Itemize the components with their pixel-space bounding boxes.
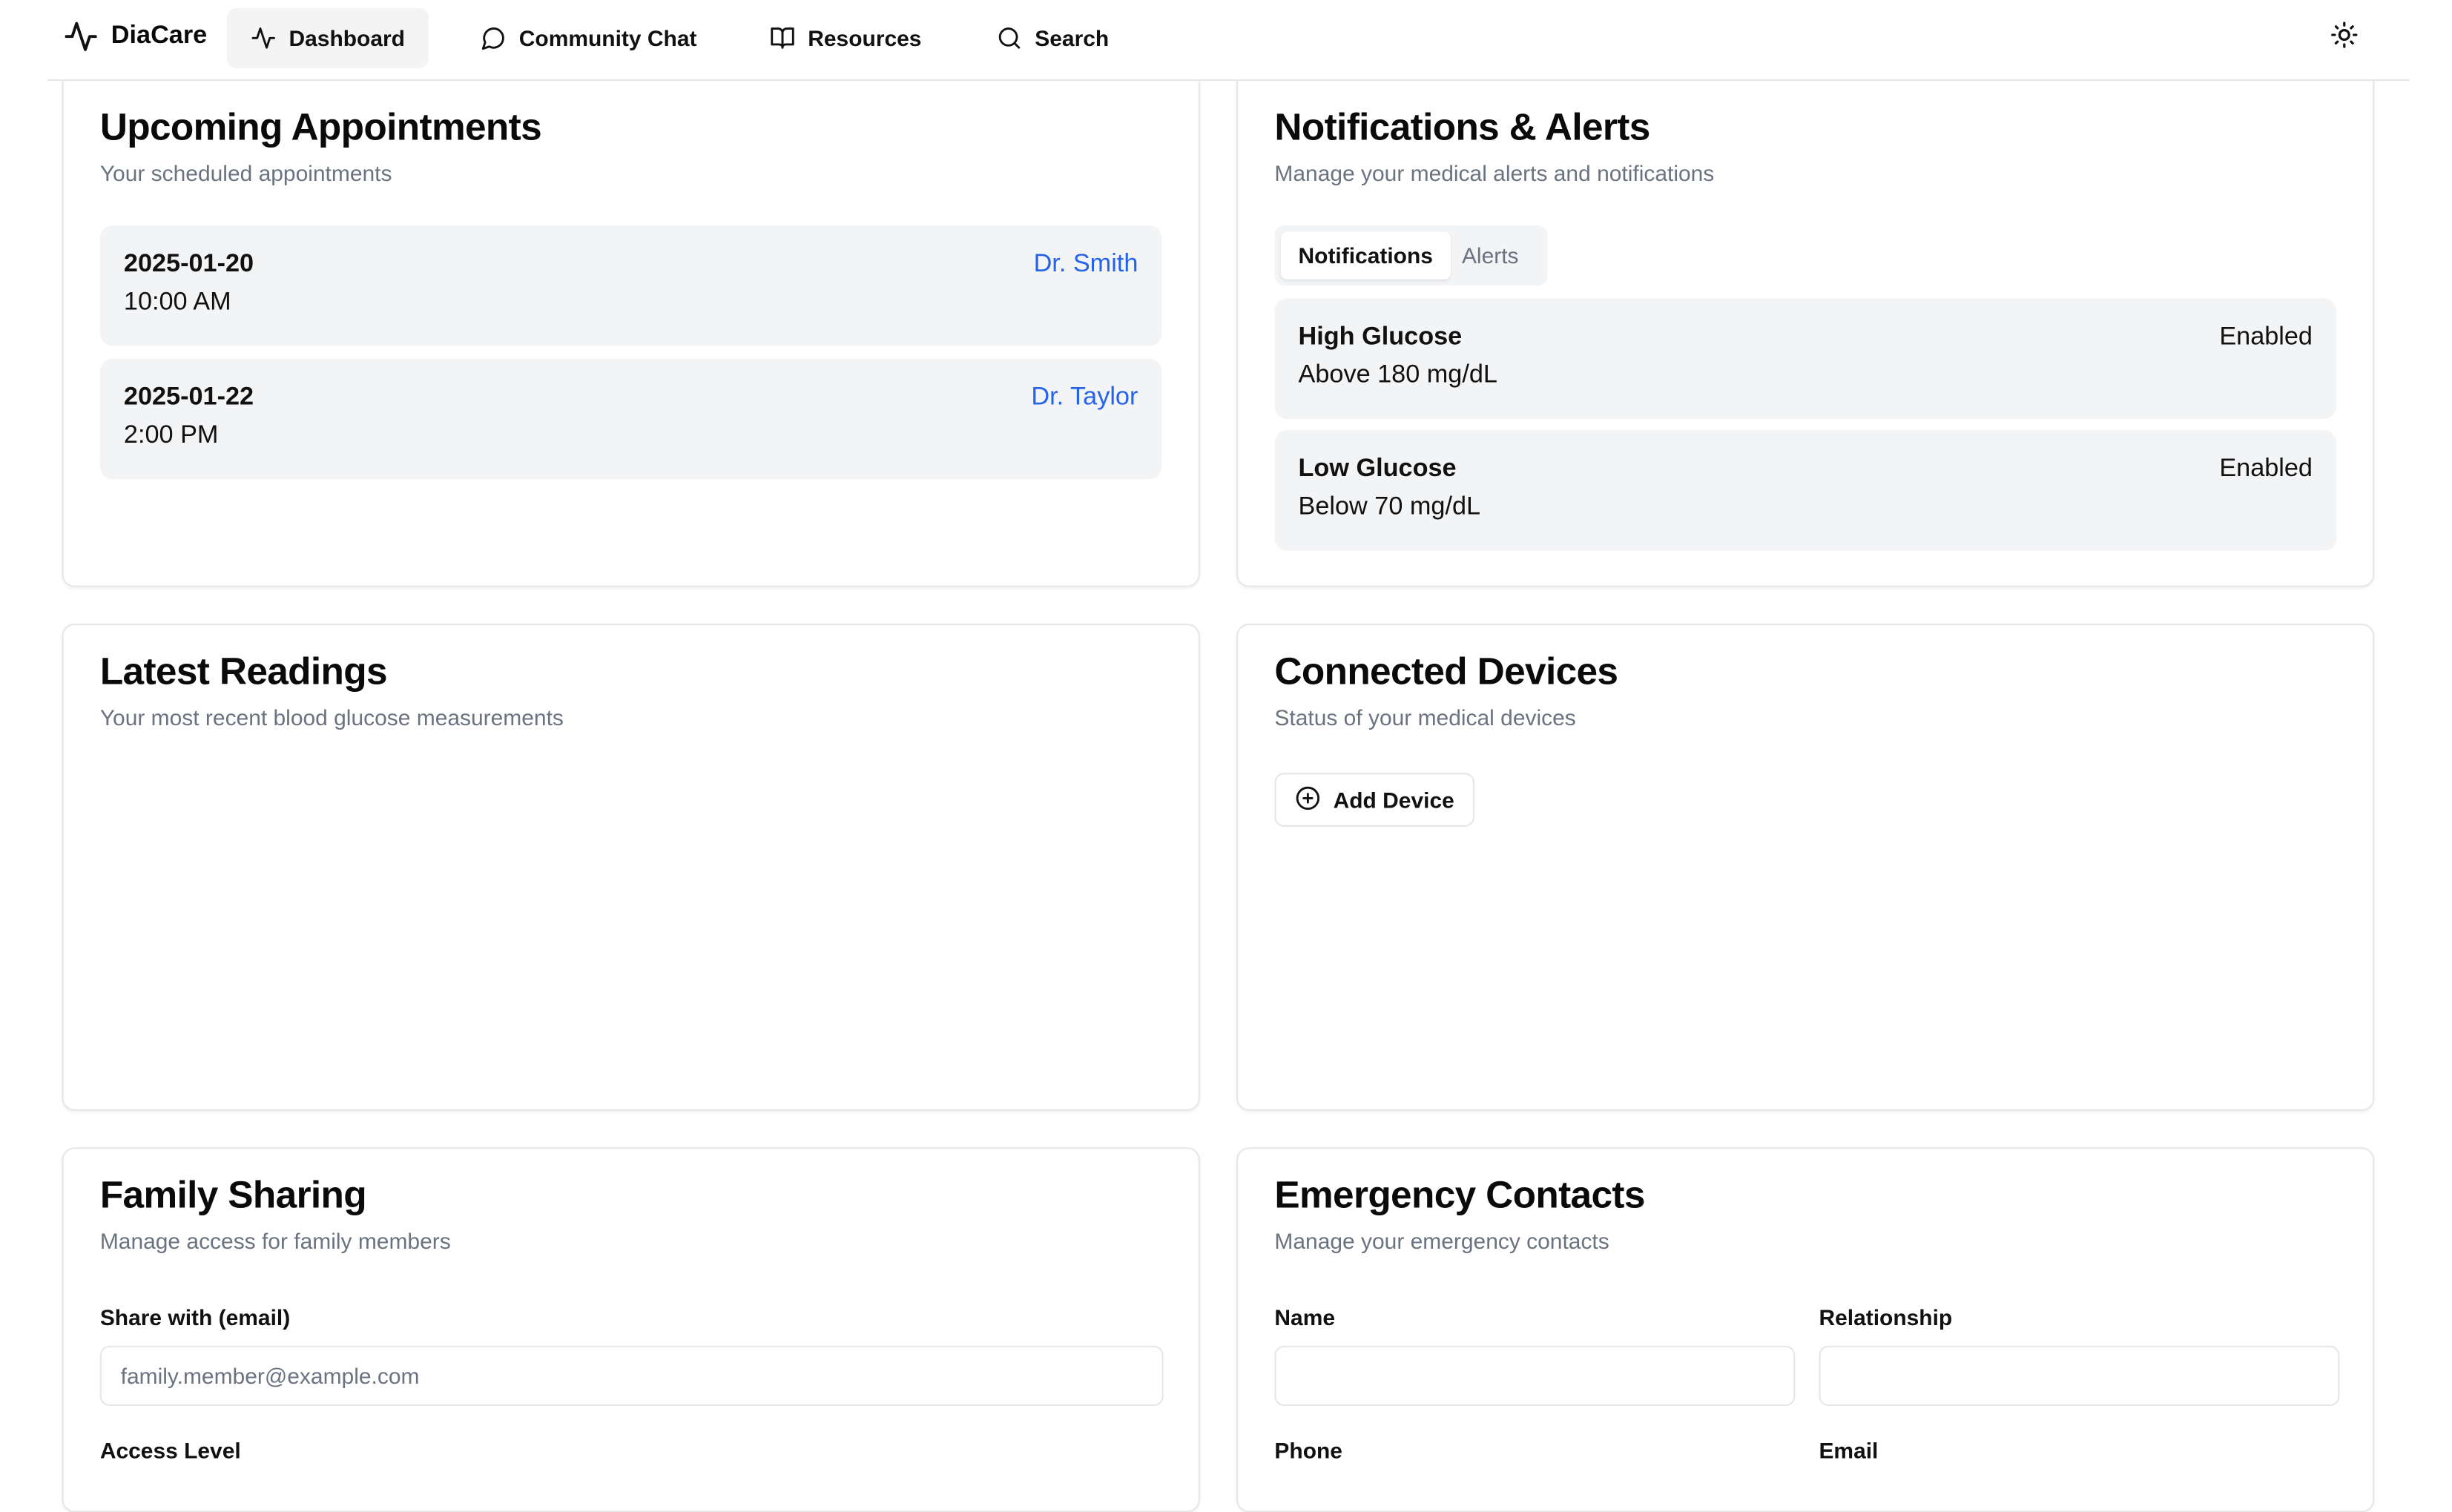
appointment-time: 2:00 PM [123,422,219,449]
nav-community-chat[interactable]: Community Chat [457,8,720,68]
plus-circle-icon [1295,785,1320,815]
contact-relationship-label: Relationship [1819,1304,1953,1330]
add-device-label: Add Device [1333,787,1454,813]
contact-name-label: Name [1274,1304,1336,1330]
appointments-card: Upcoming Appointments Your scheduled app… [62,79,1200,587]
message-circle-icon [481,25,506,50]
readings-card: Latest Readings Your most recent blood g… [62,624,1200,1112]
sun-icon [2330,20,2359,56]
alert-item[interactable]: High Glucose Above 180 mg/dL Enabled [1274,298,2337,419]
devices-description: Status of your medical devices [1274,704,1576,730]
access-level-label: Access Level [99,1437,241,1464]
brand[interactable]: DiaCare [64,19,208,54]
add-device-button[interactable]: Add Device [1274,773,1475,827]
appointment-doctor-link[interactable]: Dr. Smith [1034,251,1138,280]
readings-description: Your most recent blood glucose measureme… [99,704,564,730]
alert-name: High Glucose [1298,323,1463,351]
family-sharing-title: Family Sharing [99,1174,367,1218]
contact-phone-label: Phone [1274,1437,1342,1464]
emergency-contacts-card: Emergency Contacts Manage your emergency… [1236,1147,2375,1512]
nav-dashboard[interactable]: Dashboard [227,7,429,69]
tab-alerts[interactable]: Alerts [1444,231,1536,279]
family-sharing-description: Manage access for family members [99,1228,451,1254]
appointment-doctor-link[interactable]: Dr. Taylor [1031,384,1138,413]
top-navbar: DiaCare Dashboard Community Chat Resourc… [47,0,2410,82]
alert-status: Enabled [2219,323,2313,351]
alert-status: Enabled [2219,455,2313,483]
book-open-icon [770,25,795,50]
appointment-item[interactable]: 2025-01-22 2:00 PM Dr. Taylor [99,358,1162,480]
share-email-input[interactable]: family.member@example.com [99,1345,1164,1407]
nav-search[interactable]: Search [973,8,1133,68]
nav-resources[interactable]: Resources [746,8,946,68]
appointment-date: 2025-01-20 [123,251,254,278]
activity-icon [64,19,99,54]
alert-name: Low Glucose [1298,455,1457,483]
family-sharing-card: Family Sharing Manage access for family … [62,1147,1200,1512]
activity-icon [251,25,276,50]
contact-email-label: Email [1819,1437,1879,1464]
emergency-contacts-description: Manage your emergency contacts [1274,1228,1609,1254]
notifications-tabs: Notifications Alerts [1274,225,1548,286]
devices-card: Connected Devices Status of your medical… [1236,624,2375,1112]
contact-name-input[interactable] [1274,1345,1796,1407]
appointment-item[interactable]: 2025-01-20 10:00 AM Dr. Smith [99,225,1162,346]
emergency-contacts-title: Emergency Contacts [1274,1174,1645,1218]
notifications-title: Notifications & Alerts [1274,106,1650,150]
share-email-label: Share with (email) [99,1304,291,1330]
contact-relationship-input[interactable] [1819,1345,2340,1407]
appointment-date: 2025-01-22 [123,383,254,412]
appointments-description: Your scheduled appointments [99,160,392,186]
nav-community-chat-label: Community Chat [518,25,697,51]
devices-title: Connected Devices [1274,650,1618,694]
appointments-title: Upcoming Appointments [99,106,542,150]
appointment-time: 10:00 AM [123,288,231,316]
page: DiaCare Dashboard Community Chat Resourc… [0,0,2452,1512]
readings-title: Latest Readings [99,650,388,694]
brand-name: DiaCare [111,22,208,50]
alert-item[interactable]: Low Glucose Below 70 mg/dL Enabled [1274,429,2337,551]
tab-notifications[interactable]: Notifications [1280,231,1451,280]
nav-dashboard-label: Dashboard [289,25,405,51]
alert-condition: Below 70 mg/dL [1298,493,1481,521]
notifications-description: Manage your medical alerts and notificat… [1274,160,1715,186]
search-icon [997,25,1022,50]
alert-condition: Above 180 mg/dL [1298,361,1497,389]
theme-toggle-button[interactable] [2327,21,2362,56]
nav-resources-label: Resources [808,25,922,51]
notifications-card: Notifications & Alerts Manage your medic… [1236,79,2375,587]
nav-search-label: Search [1035,25,1110,51]
